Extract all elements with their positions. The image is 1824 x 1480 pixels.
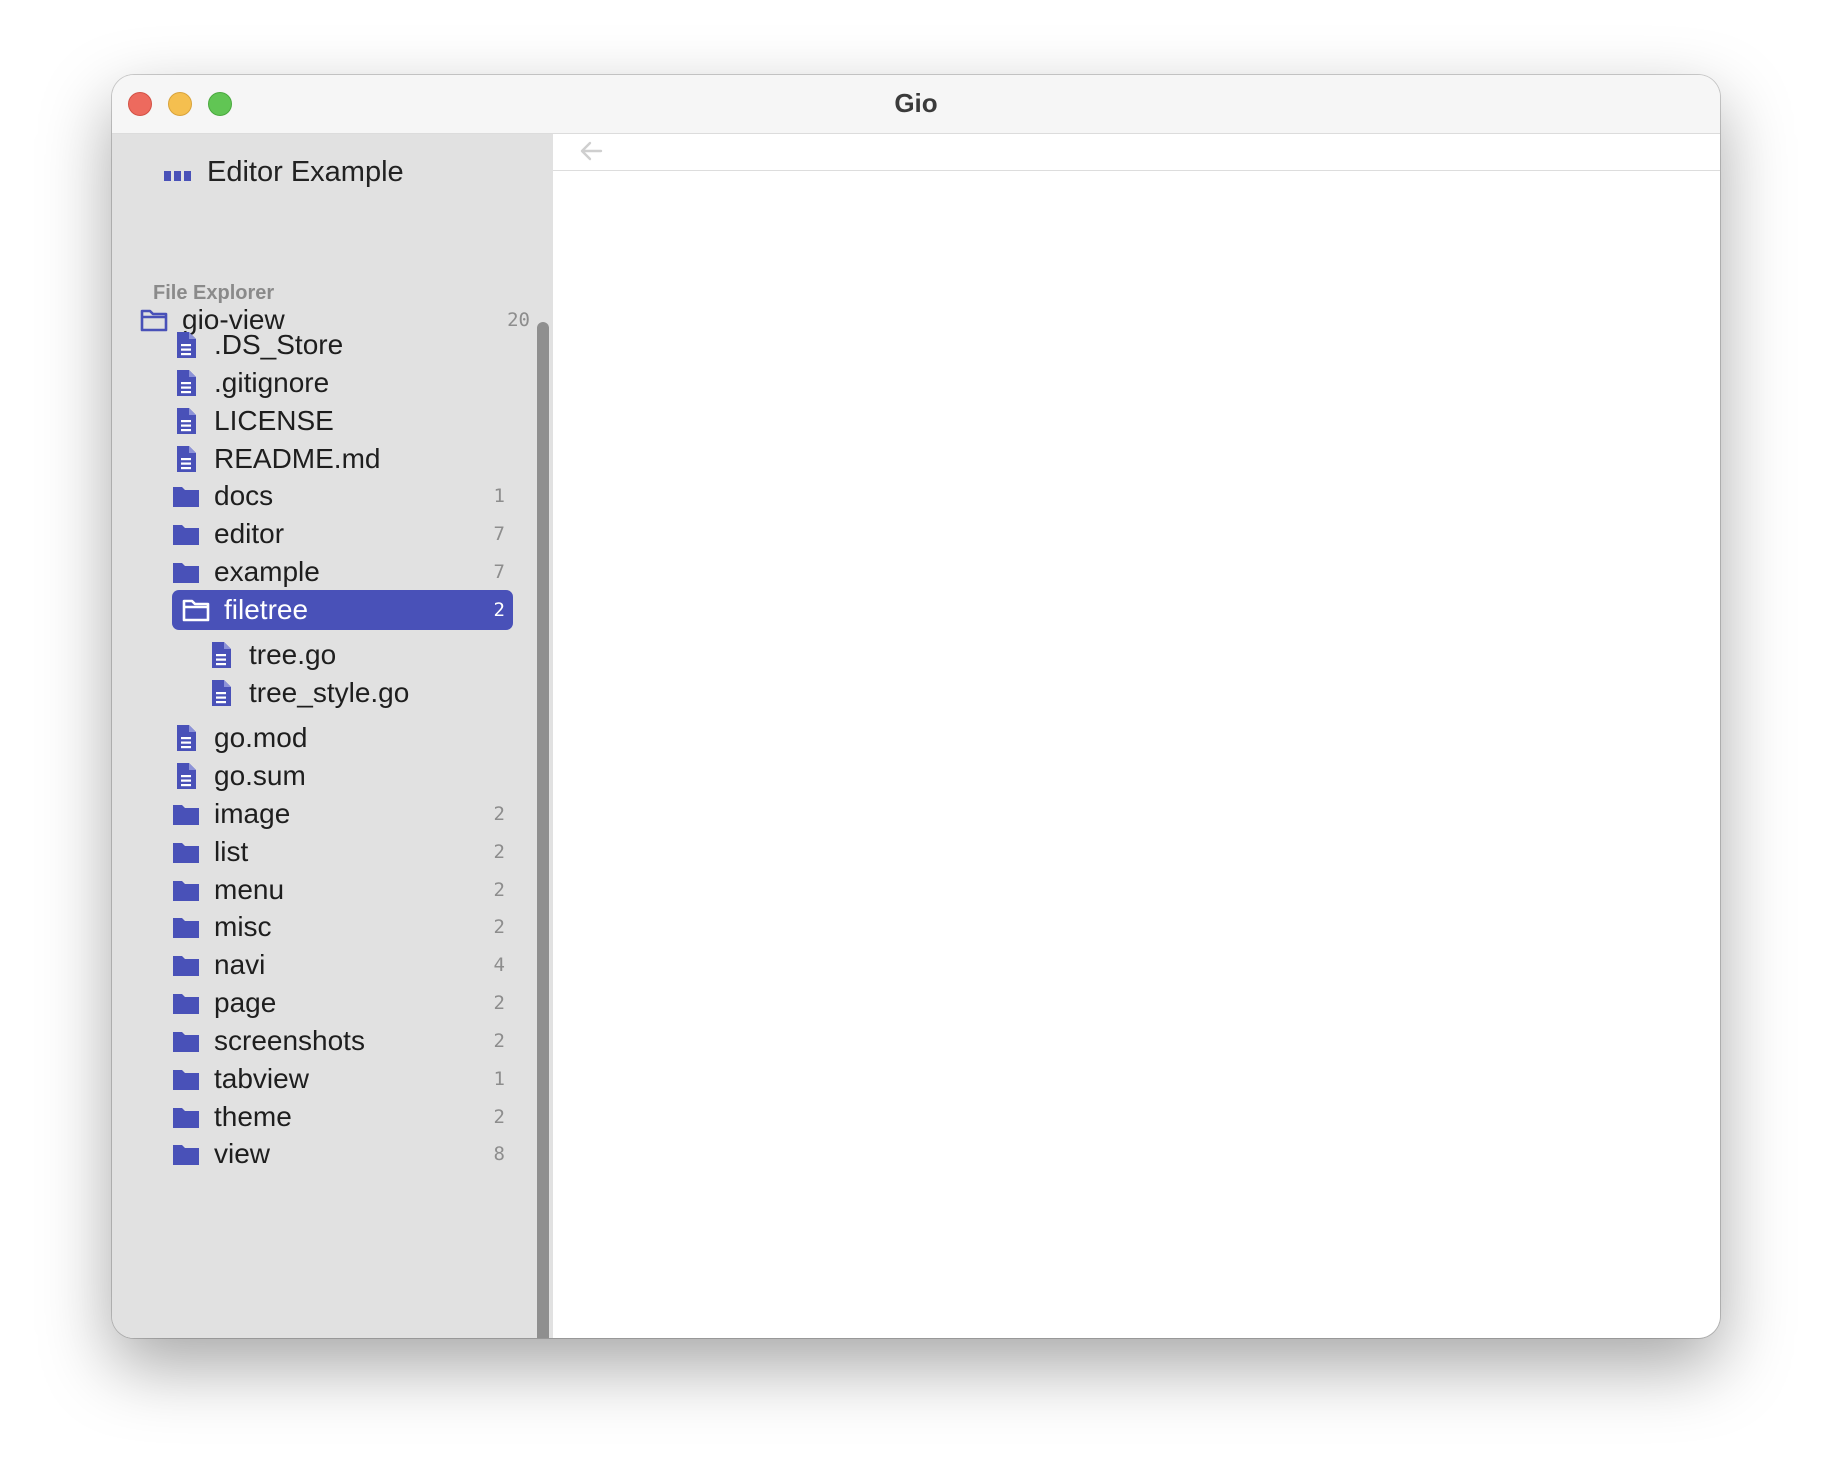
item-count: 2	[493, 1106, 505, 1128]
tree-item-navi[interactable]: navi 4	[172, 945, 513, 985]
tree-item-label: go.sum	[214, 760, 306, 791]
folder-icon	[172, 520, 200, 548]
folder-icon	[172, 989, 200, 1017]
tree-item-filetree[interactable]: filetree 2	[172, 590, 513, 630]
tree-item-label: page	[214, 987, 277, 1018]
tree-item-screenshots[interactable]: screenshots 2	[172, 1021, 513, 1061]
item-count: 8	[493, 1143, 505, 1165]
file-icon	[172, 369, 200, 397]
file-icon	[207, 641, 235, 669]
folder-open-icon	[140, 306, 168, 334]
tree-item-label: image	[214, 798, 291, 829]
editor-example-title: Editor Example	[207, 155, 404, 188]
title-bar[interactable]: Gio	[112, 75, 1720, 134]
tree-item-example[interactable]: example 7	[172, 552, 513, 592]
file-icon	[172, 407, 200, 435]
sidebar: Editor Example File Explorer gio-view 20…	[112, 134, 553, 1338]
item-count: 2	[493, 916, 505, 938]
tree-item-tree-go[interactable]: tree.go	[207, 635, 513, 675]
folder-icon	[172, 913, 200, 941]
file-icon	[207, 679, 235, 707]
tree-item-gitignore[interactable]: .gitignore	[172, 363, 513, 403]
arrow-left-icon	[580, 141, 603, 161]
grid-icon	[164, 170, 191, 181]
editor-example-header[interactable]: Editor Example	[164, 152, 404, 192]
tree-item-label: misc	[214, 911, 272, 942]
item-count: 1	[493, 485, 505, 507]
item-count: 2	[493, 841, 505, 863]
main-pane	[553, 134, 1720, 1338]
tree-item-readme-md[interactable]: README.md	[172, 439, 513, 479]
tree-item-label: editor	[214, 518, 285, 549]
tree-item-go-mod[interactable]: go.mod	[172, 718, 513, 758]
folder-icon	[172, 800, 200, 828]
item-count: 2	[493, 803, 505, 825]
tree-item-tree-style-go[interactable]: tree_style.go	[207, 673, 513, 713]
tree-item-label: screenshots	[214, 1025, 365, 1056]
item-count: 4	[493, 954, 505, 976]
folder-icon	[172, 558, 200, 586]
item-count: 2	[493, 1030, 505, 1052]
tree-item-list[interactable]: list 2	[172, 832, 513, 872]
tree-item-label: example	[214, 556, 320, 587]
folder-icon	[172, 1027, 200, 1055]
main-toolbar	[553, 134, 1720, 171]
tree-item-label: tabview	[214, 1063, 309, 1094]
tree-item-image[interactable]: image 2	[172, 794, 513, 834]
tree-item-label: README.md	[214, 443, 381, 474]
tree-item-theme[interactable]: theme 2	[172, 1097, 513, 1137]
tree-item-label: LICENSE	[214, 405, 334, 436]
tree-item-label: .DS_Store	[214, 329, 344, 360]
item-count: 2	[493, 599, 505, 621]
folder-icon	[172, 876, 200, 904]
folder-icon	[172, 1065, 200, 1093]
folder-icon	[172, 1140, 200, 1168]
tree-item-label: tree.go	[249, 639, 337, 670]
tree-item-label: list	[214, 836, 249, 867]
tree-item-misc[interactable]: misc 2	[172, 907, 513, 947]
back-button[interactable]	[573, 136, 609, 166]
tree-item-go-sum[interactable]: go.sum	[172, 756, 513, 796]
tree-item-label: docs	[214, 480, 274, 511]
folder-icon	[172, 482, 200, 510]
tree-item-docs[interactable]: docs 1	[172, 476, 513, 516]
tree-item-menu[interactable]: menu 2	[172, 870, 513, 910]
file-icon	[172, 762, 200, 790]
sidebar-scrollbar[interactable]	[537, 322, 549, 1338]
tree-item-label: filetree	[224, 594, 309, 625]
item-count: 7	[493, 561, 505, 583]
item-count: 1	[493, 1068, 505, 1090]
file-icon	[172, 445, 200, 473]
file-icon	[172, 724, 200, 752]
tree-item-label: go.mod	[214, 722, 308, 753]
tree-item-ds-store[interactable]: .DS_Store	[172, 325, 513, 365]
tree-item-view[interactable]: view 8	[172, 1134, 513, 1174]
tree-item-tabview[interactable]: tabview 1	[172, 1059, 513, 1099]
file-icon	[172, 331, 200, 359]
tree-item-page[interactable]: page 2	[172, 983, 513, 1023]
item-count: 2	[493, 992, 505, 1014]
tree-item-label: view	[214, 1138, 271, 1169]
tree-item-label: .gitignore	[214, 367, 330, 398]
tree-item-editor[interactable]: editor 7	[172, 514, 513, 554]
app-window: Gio Editor Example File Explorer gio-vie…	[112, 75, 1720, 1338]
tree-item-license[interactable]: LICENSE	[172, 401, 513, 441]
folder-icon	[172, 838, 200, 866]
item-count: 7	[493, 523, 505, 545]
tree-item-label: theme	[214, 1101, 292, 1132]
item-count: 2	[493, 879, 505, 901]
tree-item-label: menu	[214, 874, 285, 905]
tree-item-label: tree_style.go	[249, 677, 410, 708]
tree-item-label: navi	[214, 949, 266, 980]
folder-icon	[172, 951, 200, 979]
window-title: Gio	[894, 88, 938, 118]
folder-icon	[172, 1103, 200, 1131]
folder-open-icon	[182, 596, 210, 624]
